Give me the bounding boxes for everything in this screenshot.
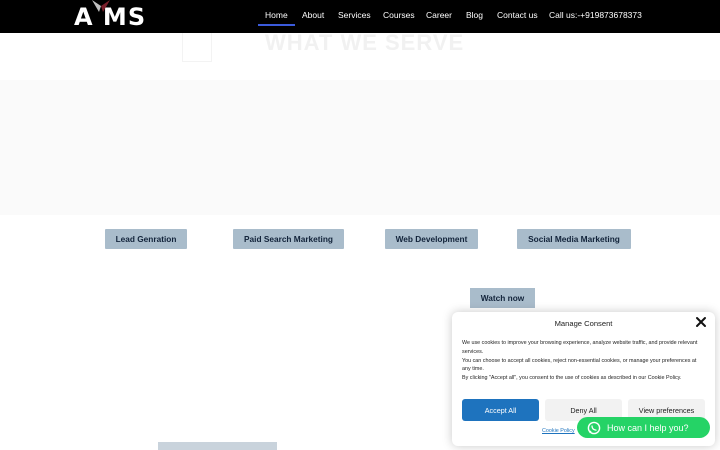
site-logo[interactable]: A MS [74,0,146,31]
social-media-marketing-button[interactable]: Social Media Marketing [517,229,631,249]
hero-title: WHAT WE SERVE [265,30,465,55]
paid-search-marketing-button[interactable]: Paid Search Marketing [233,229,344,249]
consent-paragraph: We use cookies to improve your browsing … [462,340,698,355]
bottom-section-bar [158,442,277,450]
consent-paragraph: By clicking "Accept all", you consent to… [462,375,682,382]
nav-blog[interactable]: Blog [466,10,483,20]
whatsapp-chat-button[interactable]: How can I help you? [577,417,710,438]
hero-band [0,80,720,215]
accept-all-button[interactable]: Accept All [462,399,539,421]
nav-about[interactable]: About [302,10,324,20]
lead-generation-button[interactable]: Lead Genration [105,229,187,249]
close-icon[interactable] [695,316,707,328]
cookie-policy-link[interactable]: Cookie Policy [542,428,575,434]
nav-home[interactable]: Home [265,10,288,20]
watch-now-button[interactable]: Watch now [470,288,535,308]
nav-contact[interactable]: Contact us [497,10,538,20]
top-navbar: A MS Home About Services Courses Career … [0,0,720,33]
nav-courses[interactable]: Courses [383,10,415,20]
consent-text: We use cookies to improve your browsing … [462,339,706,383]
nav-active-indicator [258,24,295,26]
nav-call[interactable]: Call us:-+919873678373 [549,10,642,20]
web-development-button[interactable]: Web Development [385,229,478,249]
consent-title: Manage Consent [554,319,613,328]
nav-services[interactable]: Services [338,10,371,20]
nav-career[interactable]: Career [426,10,452,20]
consent-paragraph: You can choose to accept all cookies, re… [462,357,697,373]
whatsapp-icon [587,421,601,434]
logo-mark-icon [92,0,110,12]
hero-icon [182,32,212,62]
whatsapp-label: How can I help you? [607,422,689,433]
